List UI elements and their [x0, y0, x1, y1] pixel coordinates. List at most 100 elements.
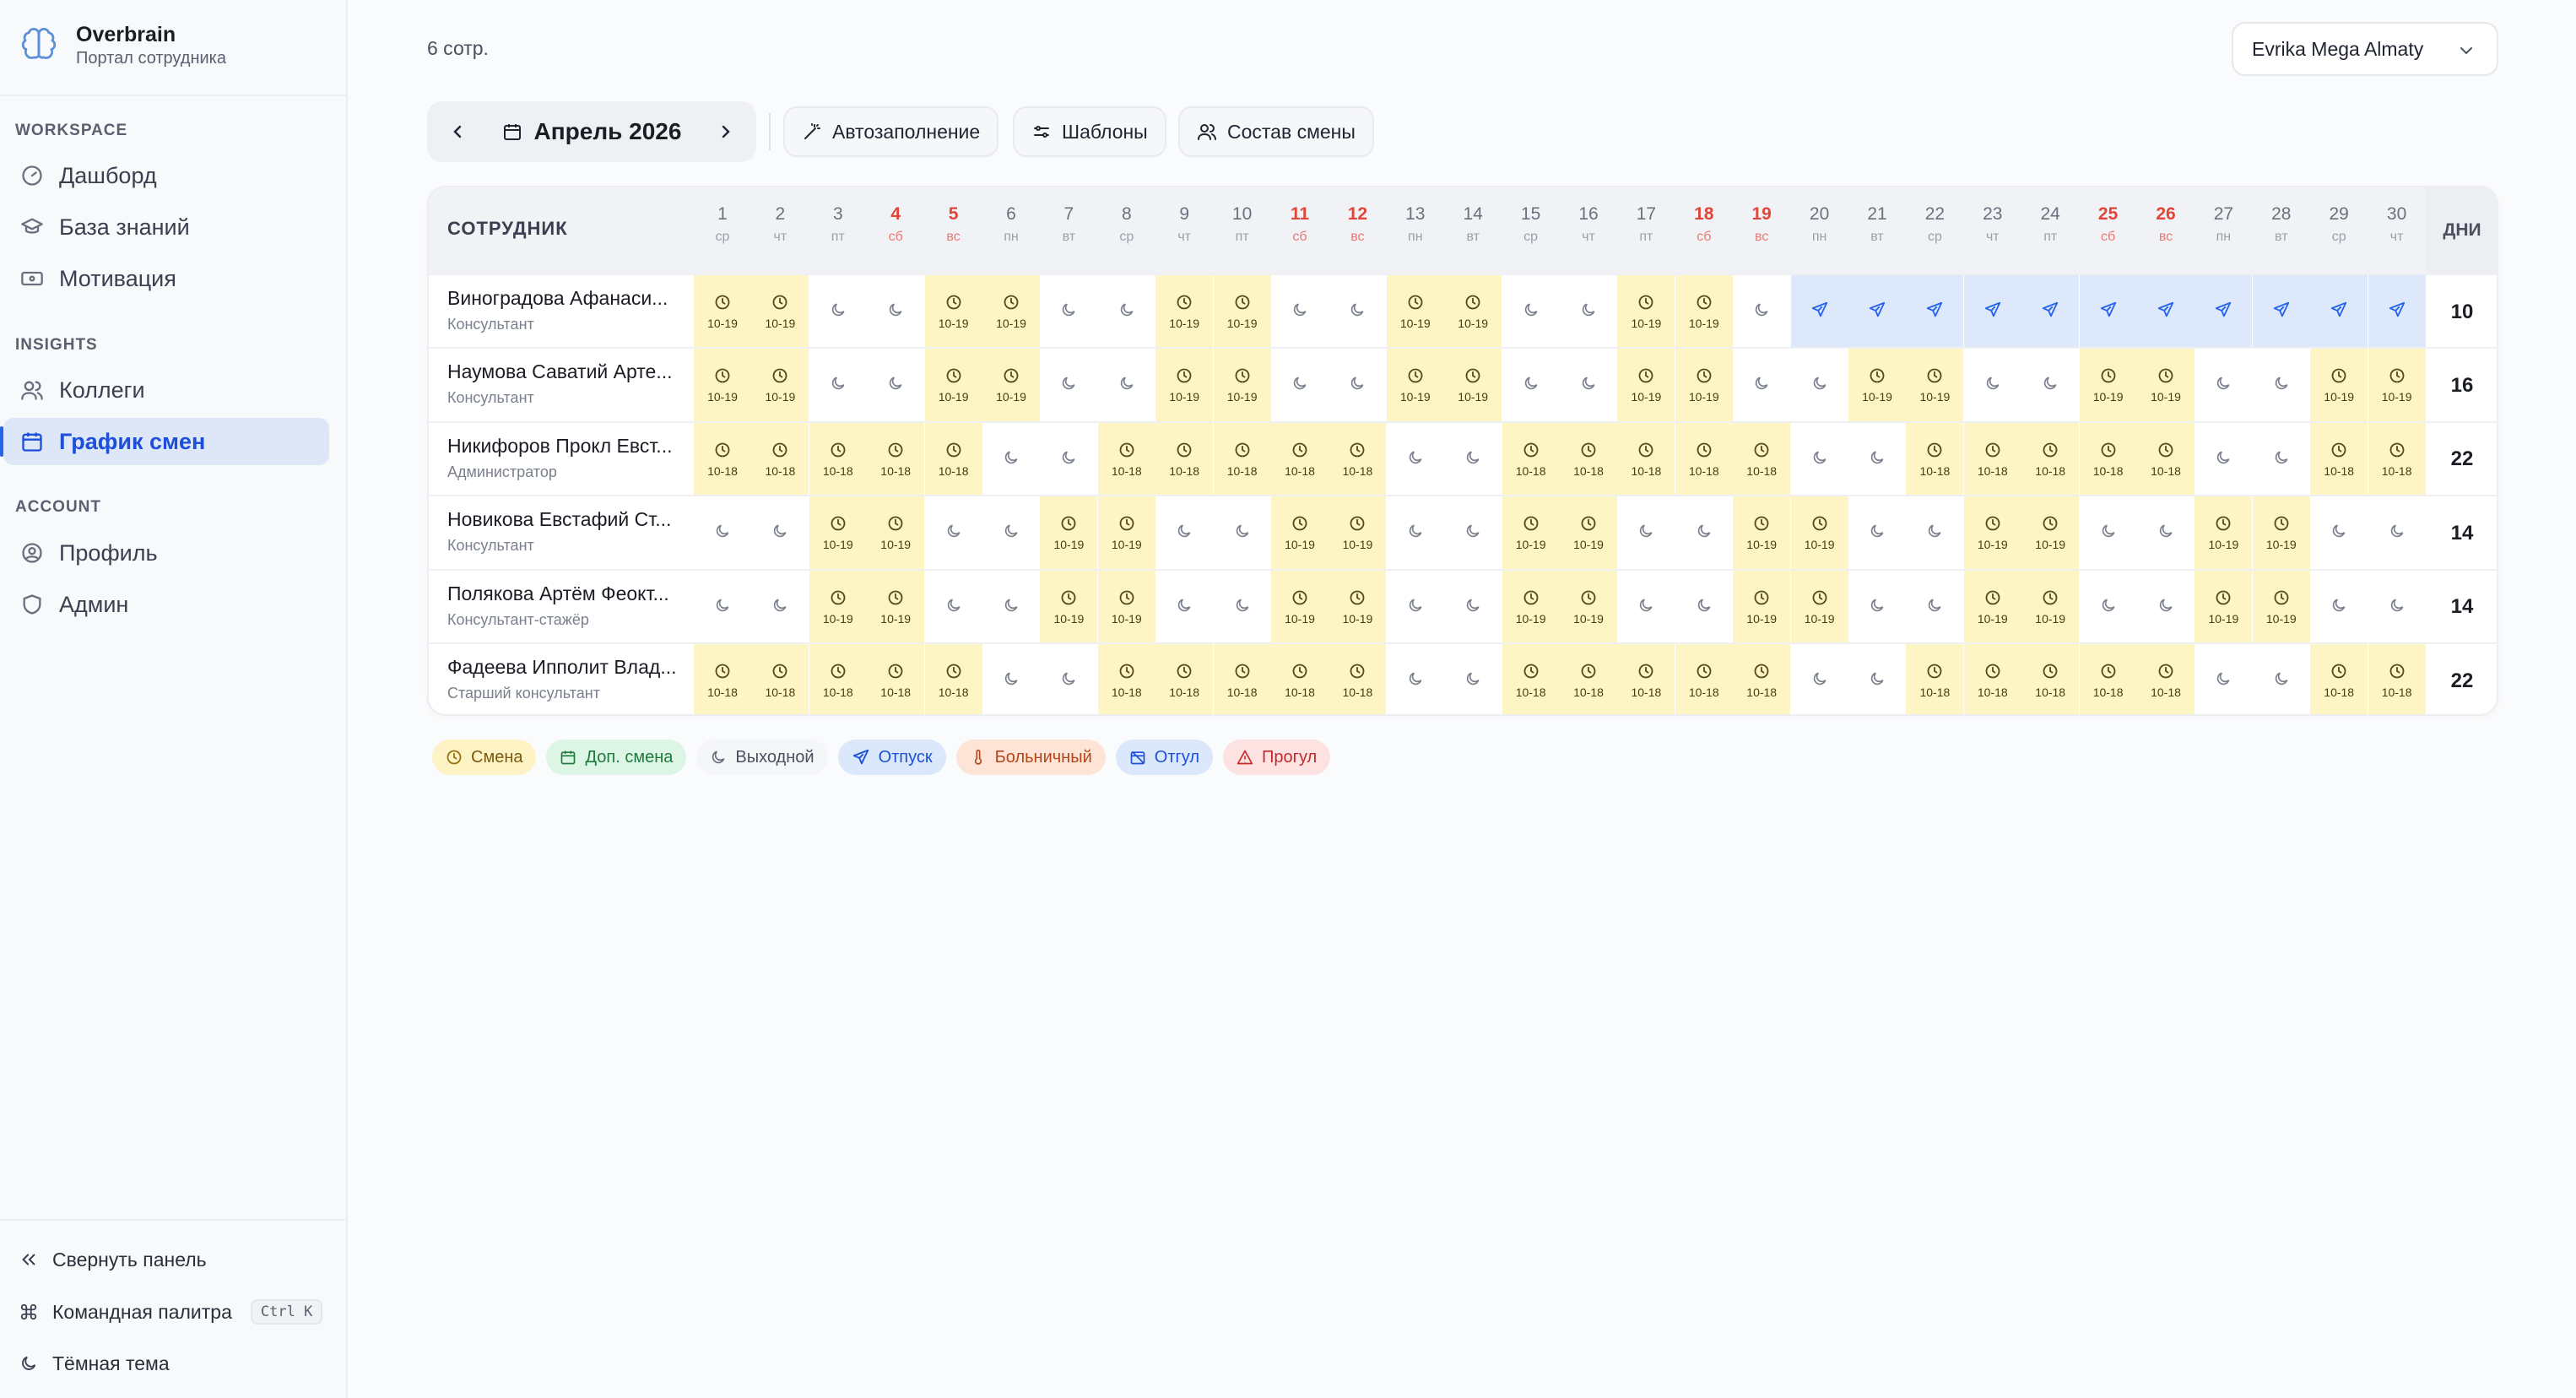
- collapse-panel-button[interactable]: Свернуть панель: [17, 1241, 207, 1278]
- shift-cell[interactable]: 10-18: [1906, 422, 1964, 496]
- shift-cell[interactable]: 10-19: [1502, 496, 1560, 571]
- shift-cell[interactable]: 10-18: [1733, 644, 1791, 714]
- shift-cell[interactable]: 10-19: [982, 275, 1040, 349]
- shift-cell[interactable]: 10-19: [1329, 570, 1387, 644]
- shift-cell[interactable]: 10-18: [1097, 422, 1155, 496]
- shift-cell[interactable]: 10-18: [867, 422, 925, 496]
- shift-cell[interactable]: 10-18: [1213, 422, 1271, 496]
- nav-motivation[interactable]: Мотивация: [3, 255, 329, 302]
- day-off-cell[interactable]: [694, 496, 751, 570]
- day-off-cell[interactable]: [925, 496, 982, 570]
- shift-cell[interactable]: 10-19: [1329, 496, 1387, 571]
- shift-cell[interactable]: 10-19: [2194, 496, 2253, 571]
- day-off-cell[interactable]: [2310, 496, 2368, 570]
- shift-cell[interactable]: 10-19: [1444, 349, 1502, 423]
- day-off-cell[interactable]: [1502, 349, 1560, 422]
- shift-cell[interactable]: 10-19: [867, 496, 925, 571]
- shift-cell[interactable]: 10-19: [809, 570, 867, 644]
- month-picker[interactable]: Апрель 2026: [488, 118, 695, 145]
- employee-name[interactable]: Новикова Евстафий Ст...: [447, 508, 684, 531]
- employee-name[interactable]: Фадеева Ипполит Влад...: [447, 656, 684, 679]
- shift-cell[interactable]: 10-18: [1617, 422, 1675, 496]
- day-off-cell[interactable]: [2368, 571, 2426, 644]
- day-off-cell[interactable]: [1098, 349, 1155, 422]
- day-off-cell[interactable]: [809, 349, 867, 422]
- day-off-cell[interactable]: [1098, 275, 1155, 349]
- shift-cell[interactable]: 10-19: [1790, 570, 1848, 644]
- day-off-cell[interactable]: [751, 571, 809, 644]
- day-off-cell[interactable]: [2137, 496, 2194, 570]
- shift-cell[interactable]: 10-18: [1963, 422, 2021, 496]
- day-off-cell[interactable]: [1733, 275, 1790, 349]
- employee-name[interactable]: Полякова Артём Феокт...: [447, 582, 684, 605]
- command-palette-button[interactable]: Командная палитра Ctrl K: [17, 1293, 323, 1330]
- shift-cell[interactable]: 10-19: [982, 349, 1040, 423]
- day-off-cell[interactable]: [2368, 496, 2426, 570]
- shift-cell[interactable]: 10-18: [1329, 422, 1387, 496]
- nav-dashboard[interactable]: Дашборд: [3, 152, 329, 199]
- shift-cell[interactable]: 10-19: [1097, 496, 1155, 571]
- day-off-cell[interactable]: [2253, 423, 2310, 496]
- day-off-cell[interactable]: [1444, 644, 1502, 714]
- shift-cell[interactable]: 10-18: [1271, 644, 1329, 714]
- day-off-cell[interactable]: [982, 571, 1040, 644]
- day-off-cell[interactable]: [1387, 571, 1444, 644]
- shift-cell[interactable]: 10-18: [867, 644, 925, 714]
- shift-cell[interactable]: 10-19: [2079, 349, 2137, 423]
- vacation-cell[interactable]: [2194, 275, 2253, 349]
- shift-cell[interactable]: 10-18: [2079, 422, 2137, 496]
- shift-cell[interactable]: 10-19: [1155, 275, 1214, 349]
- day-off-cell[interactable]: [1848, 496, 1906, 570]
- day-off-cell[interactable]: [1214, 496, 1271, 570]
- day-off-cell[interactable]: [1906, 571, 1963, 644]
- shift-cell[interactable]: 10-18: [1271, 422, 1329, 496]
- shift-cell[interactable]: 10-19: [1040, 496, 1098, 571]
- shift-cell[interactable]: 10-19: [1560, 496, 1617, 571]
- shift-cell[interactable]: 10-19: [1271, 570, 1329, 644]
- nav-profile[interactable]: Профиль: [3, 529, 329, 577]
- day-off-cell[interactable]: [1444, 496, 1502, 570]
- day-off-cell[interactable]: [1387, 423, 1444, 496]
- shift-cell[interactable]: 10-18: [751, 644, 809, 714]
- nav-colleagues[interactable]: Коллеги: [3, 366, 329, 414]
- shift-cell[interactable]: 10-18: [1675, 644, 1733, 714]
- shift-cell[interactable]: 10-18: [1155, 644, 1214, 714]
- shift-cell[interactable]: 10-18: [2137, 422, 2194, 496]
- store-select[interactable]: Evrika Mega Almaty: [2232, 22, 2498, 76]
- day-off-cell[interactable]: [2137, 571, 2194, 644]
- shift-cell[interactable]: 10-18: [1560, 644, 1617, 714]
- vacation-cell[interactable]: [1790, 275, 1848, 349]
- day-off-cell[interactable]: [1560, 275, 1617, 349]
- day-off-cell[interactable]: [925, 571, 982, 644]
- day-off-cell[interactable]: [1271, 275, 1329, 349]
- shift-cell[interactable]: 10-18: [1213, 644, 1271, 714]
- autofill-button[interactable]: Автозаполнение: [783, 106, 999, 157]
- shift-cell[interactable]: 10-19: [1502, 570, 1560, 644]
- day-off-cell[interactable]: [1560, 349, 1617, 422]
- templates-button[interactable]: Шаблоны: [1013, 106, 1166, 157]
- shift-cell[interactable]: 10-19: [1675, 275, 1733, 349]
- shift-cell[interactable]: 10-19: [2252, 496, 2310, 571]
- day-off-cell[interactable]: [867, 275, 924, 349]
- shift-cell[interactable]: 10-19: [1560, 570, 1617, 644]
- employee-name[interactable]: Наумова Саватий Арте...: [447, 360, 684, 383]
- day-off-cell[interactable]: [1906, 496, 1963, 570]
- vacation-cell[interactable]: [2252, 275, 2310, 349]
- day-off-cell[interactable]: [982, 644, 1040, 714]
- shift-cell[interactable]: 10-19: [1733, 496, 1791, 571]
- shift-cell[interactable]: 10-18: [694, 422, 751, 496]
- vacation-cell[interactable]: [1906, 275, 1964, 349]
- day-off-cell[interactable]: [2194, 349, 2252, 422]
- shift-cell[interactable]: 10-19: [924, 349, 982, 423]
- day-off-cell[interactable]: [1329, 275, 1386, 349]
- shift-cell[interactable]: 10-18: [694, 644, 751, 714]
- day-off-cell[interactable]: [1848, 571, 1906, 644]
- shift-cell[interactable]: 10-19: [751, 275, 809, 349]
- vacation-cell[interactable]: [2310, 275, 2368, 349]
- day-off-cell[interactable]: [1040, 349, 1097, 422]
- day-off-cell[interactable]: [2253, 349, 2310, 422]
- shift-cell[interactable]: 10-18: [1675, 422, 1733, 496]
- day-off-cell[interactable]: [1617, 571, 1675, 644]
- shift-cell[interactable]: 10-18: [2021, 422, 2080, 496]
- shift-cell[interactable]: 10-18: [2368, 644, 2426, 714]
